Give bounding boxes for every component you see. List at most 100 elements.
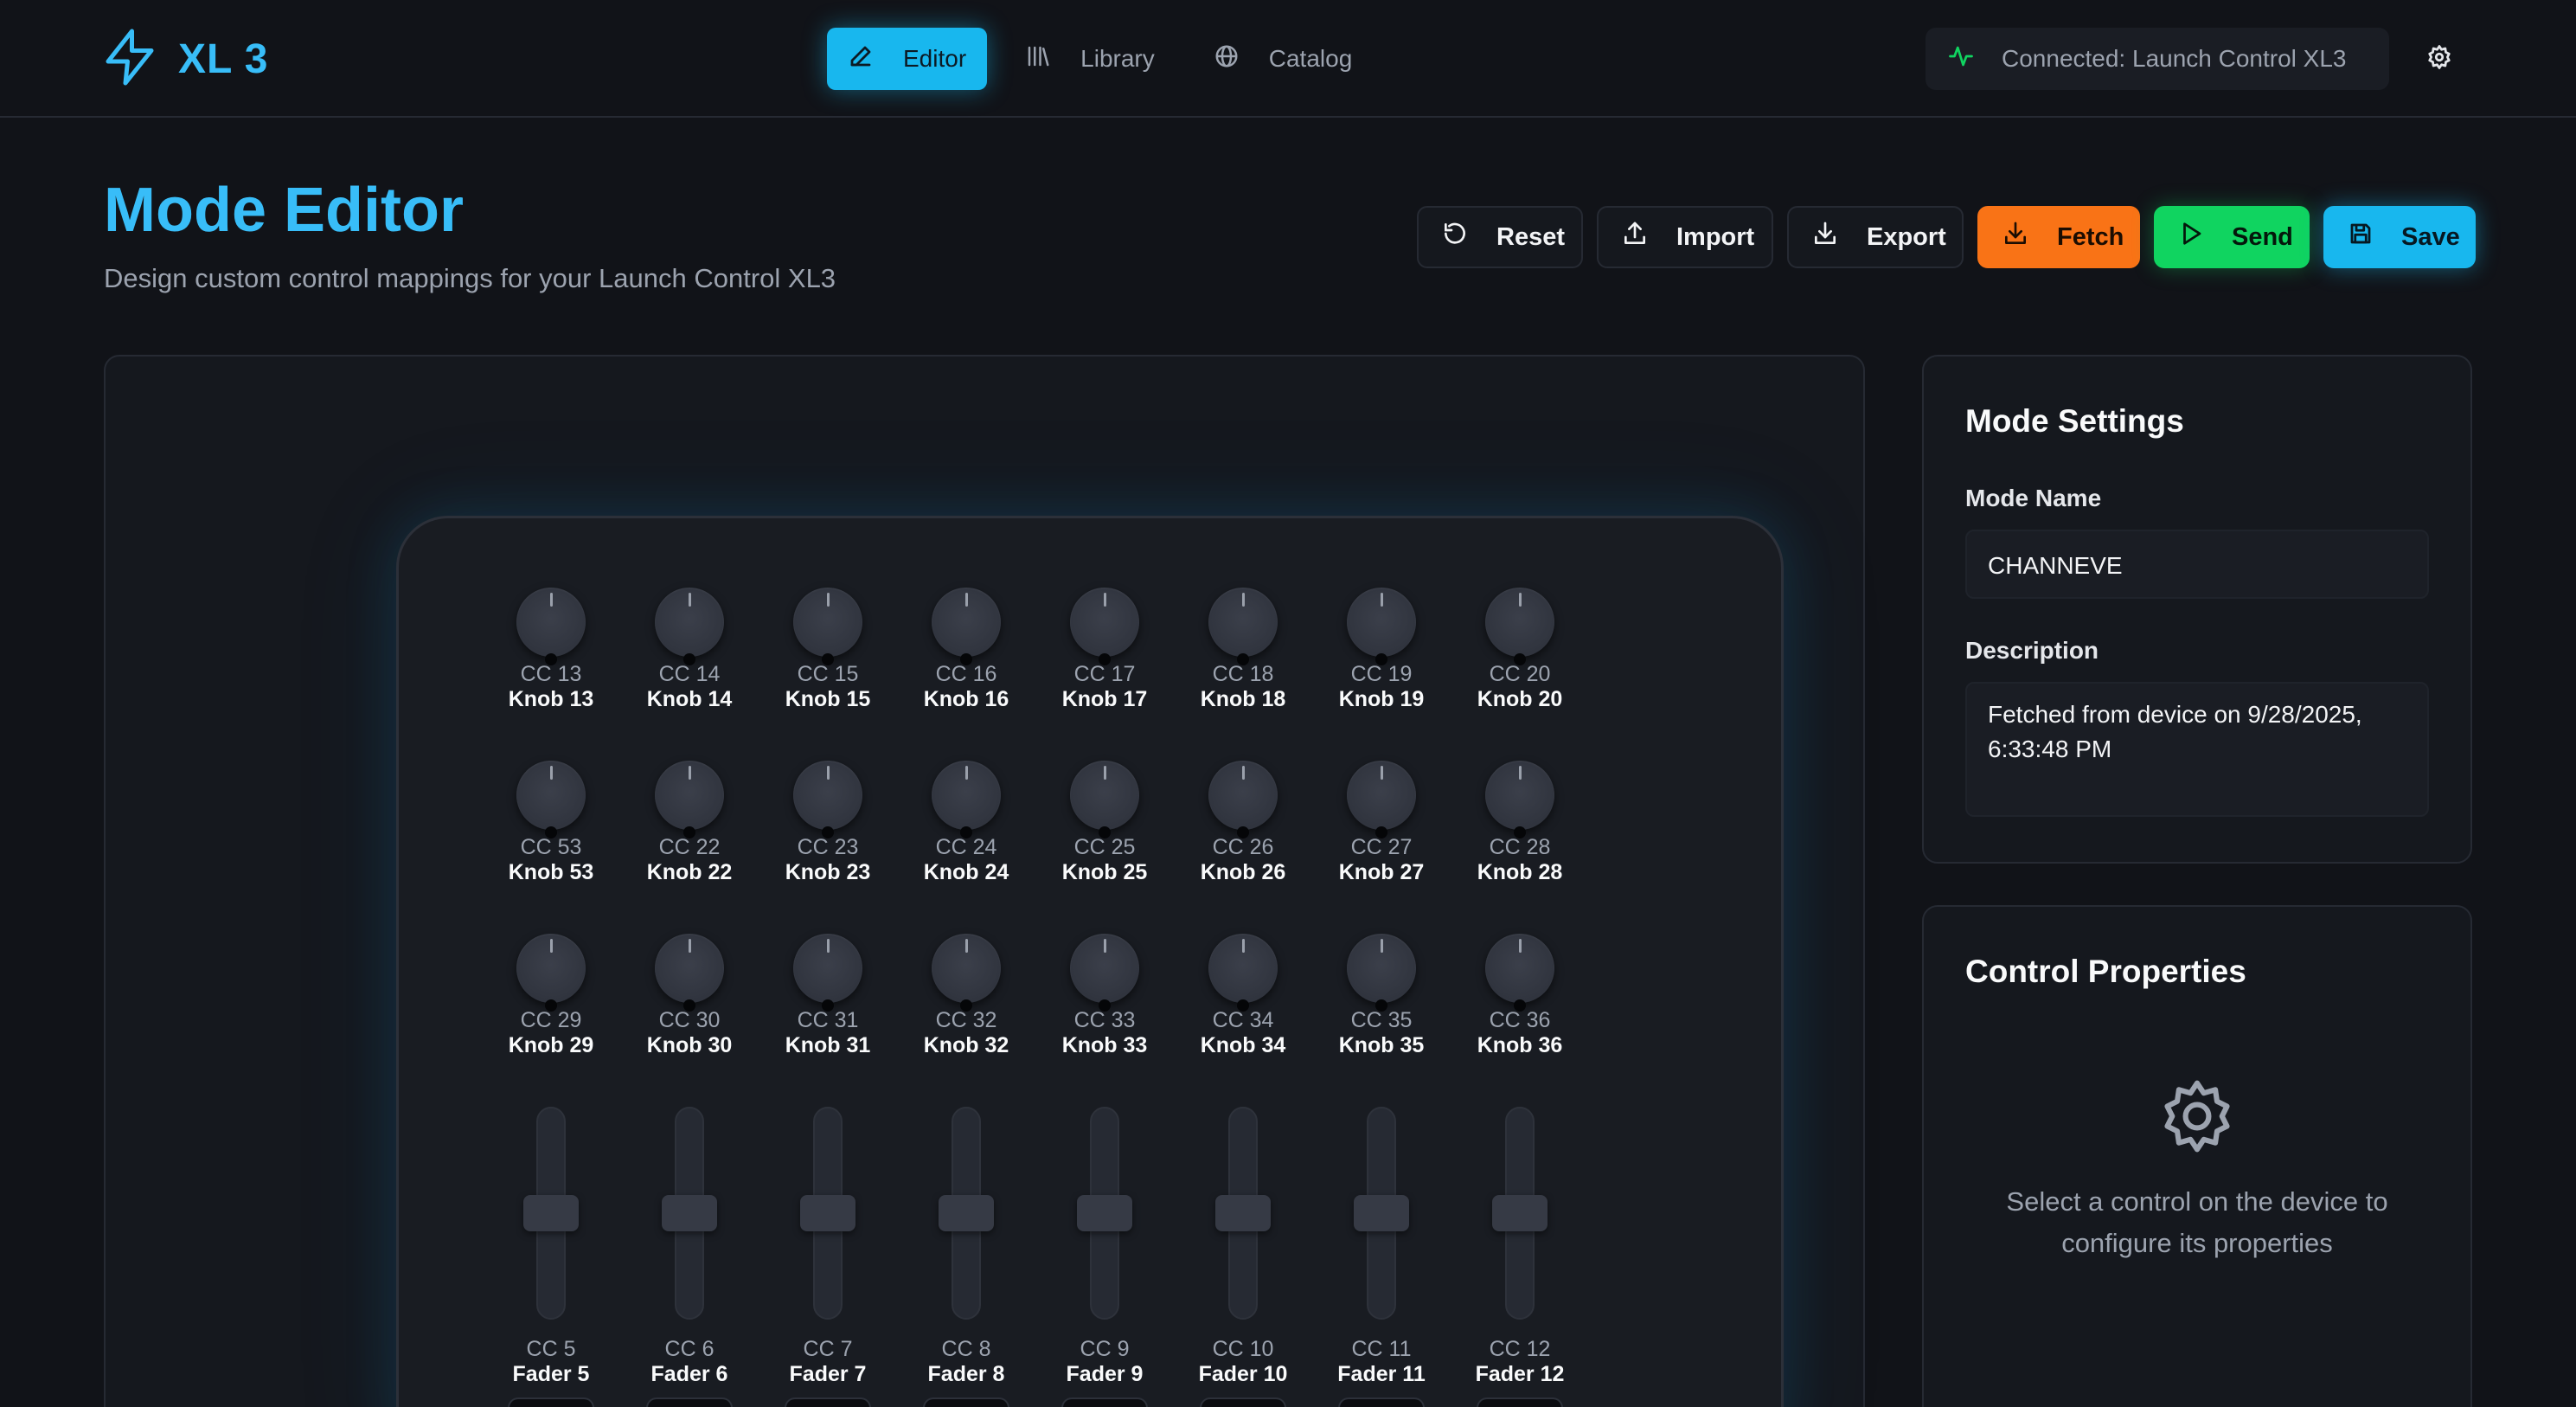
library-icon — [1025, 43, 1051, 75]
knob[interactable] — [1070, 934, 1139, 1003]
fader-handle[interactable] — [800, 1195, 855, 1231]
knob-control[interactable]: CC 24 Knob 24 — [906, 761, 1027, 885]
knob-control[interactable]: CC 13 Knob 13 — [490, 588, 612, 712]
fader-track[interactable] — [800, 1107, 855, 1320]
knob-control[interactable]: CC 26 Knob 26 — [1182, 761, 1304, 885]
knob[interactable] — [516, 761, 586, 830]
knob[interactable] — [655, 588, 724, 657]
knob[interactable] — [793, 588, 862, 657]
knob-control[interactable]: CC 31 Knob 31 — [767, 934, 888, 1058]
knob-control[interactable]: CC 17 Knob 17 — [1044, 588, 1165, 712]
knob-control[interactable]: CC 14 Knob 14 — [629, 588, 750, 712]
reset-button[interactable]: Reset — [1417, 206, 1583, 268]
knob-control[interactable]: CC 28 Knob 28 — [1459, 761, 1580, 885]
knob[interactable] — [793, 934, 862, 1003]
fader-control[interactable]: CC 9 Fader 9 — [1044, 1107, 1165, 1387]
knob-led — [822, 653, 834, 665]
knob[interactable] — [1070, 761, 1139, 830]
knob-control[interactable]: CC 19 Knob 19 — [1321, 588, 1442, 712]
import-button[interactable]: Import — [1597, 206, 1773, 268]
knob[interactable] — [1485, 934, 1554, 1003]
description-textarea[interactable]: Fetched from device on 9/28/2025, 6:33:4… — [1965, 682, 2429, 817]
mode-name-input[interactable]: CHANNEVE — [1965, 530, 2429, 599]
fader-track[interactable] — [1215, 1107, 1271, 1320]
knob-control[interactable]: CC 29 Knob 29 — [490, 934, 612, 1058]
fader-track[interactable] — [1077, 1107, 1132, 1320]
fader-handle[interactable] — [1215, 1195, 1271, 1231]
fader-track[interactable] — [523, 1107, 579, 1320]
fader-handle[interactable] — [1354, 1195, 1409, 1231]
knob-control[interactable]: CC 36 Knob 36 — [1459, 934, 1580, 1058]
fader-handle[interactable] — [1077, 1195, 1132, 1231]
knob[interactable] — [932, 761, 1001, 830]
knob[interactable] — [1208, 934, 1278, 1003]
fader-handle[interactable] — [939, 1195, 994, 1231]
fader-track[interactable] — [1354, 1107, 1409, 1320]
fader-handle[interactable] — [1492, 1195, 1548, 1231]
save-button[interactable]: Save — [2323, 206, 2476, 268]
knob[interactable] — [1208, 761, 1278, 830]
knob-control[interactable]: CC 32 Knob 32 — [906, 934, 1027, 1058]
logo[interactable]: XL 3 — [104, 29, 269, 88]
knob[interactable] — [655, 934, 724, 1003]
knob[interactable] — [1208, 588, 1278, 657]
fader-handle[interactable] — [662, 1195, 717, 1231]
nav-catalog[interactable]: Catalog — [1193, 28, 1374, 90]
settings-button[interactable] — [2419, 38, 2460, 80]
knob[interactable] — [1485, 761, 1554, 830]
fader-name-label: Fader 7 — [789, 1362, 867, 1386]
fader-control[interactable]: CC 5 Fader 5 — [490, 1107, 612, 1387]
knob[interactable] — [932, 588, 1001, 657]
fader-control[interactable]: CC 11 Fader 11 — [1321, 1107, 1442, 1387]
fader-track[interactable] — [1492, 1107, 1548, 1320]
knob[interactable] — [1070, 588, 1139, 657]
knob[interactable] — [1347, 934, 1416, 1003]
knob-control[interactable]: CC 30 Knob 30 — [629, 934, 750, 1058]
knob[interactable] — [1347, 588, 1416, 657]
knob[interactable] — [655, 761, 724, 830]
knob-control[interactable]: CC 35 Knob 35 — [1321, 934, 1442, 1058]
pad-button[interactable] — [923, 1397, 1009, 1407]
knob-control[interactable]: CC 27 Knob 27 — [1321, 761, 1442, 885]
pad-button[interactable] — [1477, 1397, 1563, 1407]
knob-control[interactable]: CC 33 Knob 33 — [1044, 934, 1165, 1058]
export-button[interactable]: Export — [1787, 206, 1964, 268]
fader-control[interactable]: CC 7 Fader 7 — [767, 1107, 888, 1387]
fader-control[interactable]: CC 10 Fader 10 — [1182, 1107, 1304, 1387]
knob-cc-label: CC 28 — [1489, 835, 1551, 859]
knob-control[interactable]: CC 18 Knob 18 — [1182, 588, 1304, 712]
knob-control[interactable]: CC 16 Knob 16 — [906, 588, 1027, 712]
nav-library[interactable]: Library — [1004, 28, 1176, 90]
knob-control[interactable]: CC 23 Knob 23 — [767, 761, 888, 885]
fader-handle[interactable] — [523, 1195, 579, 1231]
knob-control[interactable]: CC 25 Knob 25 — [1044, 761, 1165, 885]
fader-control[interactable]: CC 8 Fader 8 — [906, 1107, 1027, 1387]
knob[interactable] — [932, 934, 1001, 1003]
fader-control[interactable]: CC 6 Fader 6 — [629, 1107, 750, 1387]
nav-library-label: Library — [1080, 45, 1155, 72]
pad-button[interactable] — [508, 1397, 594, 1407]
pad-button[interactable] — [646, 1397, 733, 1407]
knob[interactable] — [516, 588, 586, 657]
knob[interactable] — [516, 934, 586, 1003]
nav-editor[interactable]: Editor — [827, 28, 988, 90]
control-properties-title: Control Properties — [1965, 954, 2246, 989]
pad-button[interactable] — [785, 1397, 871, 1407]
pad-button[interactable] — [1061, 1397, 1148, 1407]
knob[interactable] — [793, 761, 862, 830]
knob-control[interactable]: CC 15 Knob 15 — [767, 588, 888, 712]
pad-button[interactable] — [1338, 1397, 1425, 1407]
fader-control[interactable]: CC 12 Fader 12 — [1459, 1107, 1580, 1387]
knob-control[interactable]: CC 22 Knob 22 — [629, 761, 750, 885]
knob-cc-label: CC 34 — [1212, 1008, 1274, 1032]
fader-track[interactable] — [662, 1107, 717, 1320]
fader-track[interactable] — [939, 1107, 994, 1320]
knob[interactable] — [1347, 761, 1416, 830]
knob-control[interactable]: CC 20 Knob 20 — [1459, 588, 1580, 712]
knob[interactable] — [1485, 588, 1554, 657]
knob-control[interactable]: CC 34 Knob 34 — [1182, 934, 1304, 1058]
knob-control[interactable]: CC 53 Knob 53 — [490, 761, 612, 885]
pad-button[interactable] — [1200, 1397, 1286, 1407]
send-button[interactable]: Send — [2154, 206, 2310, 268]
fetch-button[interactable]: Fetch — [1977, 206, 2140, 268]
